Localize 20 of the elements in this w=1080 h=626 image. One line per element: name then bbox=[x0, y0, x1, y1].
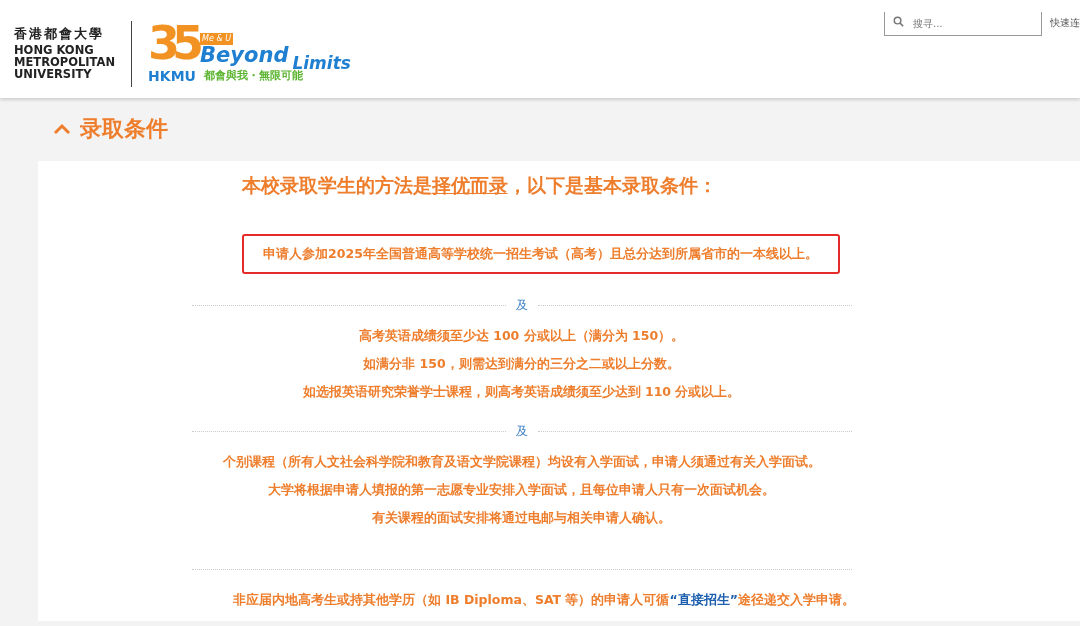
tagline-badge: Me & U bbox=[200, 33, 234, 45]
condition-text: 有关课程的面试安排将通过电邮与相关申请人确认。 bbox=[372, 509, 671, 528]
slogan-word: Beyond bbox=[200, 45, 289, 66]
headline-text: 本校录取学生的方法是择优而录，以下是基本录取条件： bbox=[241, 173, 717, 198]
separator-label: 及 bbox=[514, 297, 529, 315]
university-name-english: HONG KONG METROPOLITAN UNIVERSITY bbox=[14, 43, 116, 81]
highlighted-condition: 申请人参加2025年全国普通高等学校统一招生考试（高考）且总分达到所属省市的一本线以上。 bbox=[241, 233, 840, 275]
condition-text: 个别课程（所有人文社会科学院和教育及语文学院课程）均设有入学面试，申请人须通过有关入学面试。 bbox=[222, 453, 821, 472]
separator-label: 及 bbox=[514, 423, 529, 441]
university-name: 香港都會大學 bbox=[14, 26, 105, 40]
condition-text: 如选报英语研究荣誉学士课程，则高考英语成绩须至少达到 110 分或以上。 bbox=[302, 383, 741, 402]
short-name: HKMU bbox=[148, 67, 196, 86]
direct-admission-link[interactable]: “直接招生” bbox=[669, 592, 738, 608]
condition-text: 高考英语成绩须至少达 100 分或以上（满分为 150）。 bbox=[358, 327, 685, 346]
anniversary-number: 35 bbox=[148, 20, 197, 66]
quick-links-link[interactable]: 快速连 bbox=[1050, 15, 1080, 30]
note-text: 非应届内地高考生或持其他学历（如 IB Diploma、SAT 等）的申请人可循“直接招生”途径递交入学申请。 bbox=[233, 591, 855, 610]
search-field[interactable]: 搜寻... bbox=[884, 12, 1042, 36]
condition-text: 如满分非 150，则需达到满分的三分之二或以上分数。 bbox=[363, 355, 680, 374]
condition-text: 大学将根据申请人填报的第一志愿专业安排入学面试，且每位申请人只有一次面试机会。 bbox=[268, 481, 775, 500]
